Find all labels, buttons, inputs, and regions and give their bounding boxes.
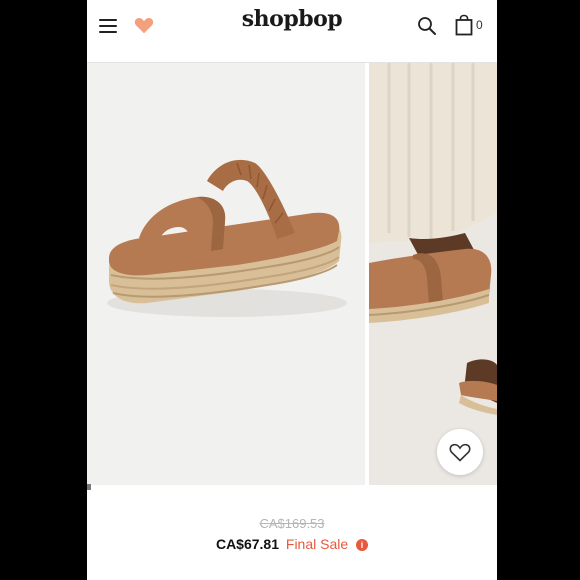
menu-icon[interactable]: [99, 19, 117, 33]
product-image-gallery[interactable]: [87, 63, 497, 485]
bag-count: 0: [476, 18, 483, 32]
original-price: CA$169.53: [259, 516, 325, 531]
shopping-bag-icon[interactable]: [455, 14, 473, 36]
price-section: CA$169.53 CA$67.81 Final Sale i: [87, 500, 497, 580]
sale-price-line: CA$67.81 Final Sale i: [87, 536, 497, 552]
sale-price: CA$67.81: [215, 536, 279, 552]
scroll-indicator: [87, 484, 91, 490]
product-page: shopbop 0 CA$169.53 CA$67.81 Final Sale …: [87, 0, 497, 580]
heart-icon[interactable]: [133, 14, 155, 36]
product-image-main[interactable]: [87, 63, 365, 485]
product-image-model[interactable]: [369, 63, 497, 485]
final-sale-label: Final Sale: [285, 536, 349, 552]
info-icon[interactable]: i: [356, 539, 369, 551]
shopbop-logo[interactable]: shopbop: [242, 6, 343, 32]
top-header: shopbop 0: [87, 0, 497, 50]
wishlist-heart-icon: [449, 443, 471, 462]
wishlist-button[interactable]: [437, 429, 483, 475]
search-icon[interactable]: [417, 16, 437, 36]
